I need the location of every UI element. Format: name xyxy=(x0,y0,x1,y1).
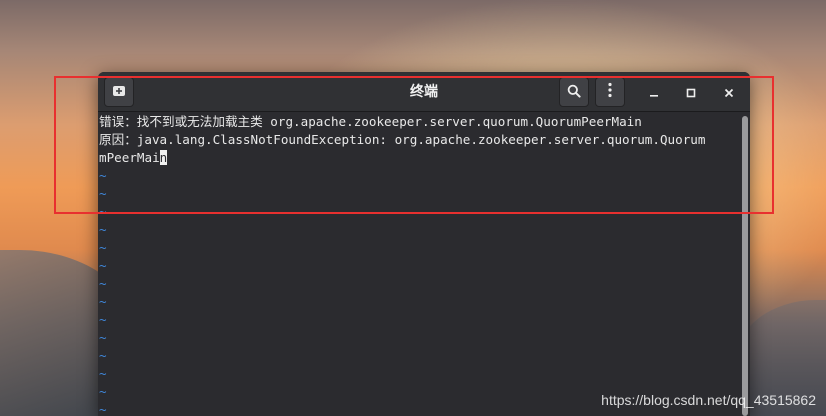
minimize-button[interactable] xyxy=(639,77,669,107)
tilde-marker: ~ xyxy=(99,240,107,255)
watermark: https://blog.csdn.net/qq_43515862 xyxy=(601,392,816,408)
new-tab-button[interactable] xyxy=(104,77,134,107)
maximize-icon xyxy=(686,83,696,102)
close-icon xyxy=(724,83,734,102)
cause-line-continued: mPeerMain xyxy=(99,149,739,167)
kebab-menu-icon xyxy=(607,82,613,102)
cause-line: 原因：java.lang.ClassNotFoundException: org… xyxy=(99,132,706,147)
tilde-marker: ~ xyxy=(99,366,107,381)
tilde-marker: ~ xyxy=(99,276,107,291)
tilde-marker: ~ xyxy=(99,168,107,183)
tilde-marker: ~ xyxy=(99,312,107,327)
tilde-marker: ~ xyxy=(99,294,107,309)
minimize-icon xyxy=(649,83,659,102)
search-button[interactable] xyxy=(559,77,589,107)
close-button[interactable] xyxy=(714,77,744,107)
tilde-marker: ~ xyxy=(99,330,107,345)
scrollbar[interactable] xyxy=(742,116,748,416)
tilde-marker: ~ xyxy=(99,222,107,237)
error-line: 错误：找不到或无法加载主类 org.apache.zookeeper.serve… xyxy=(99,114,642,129)
terminal-output[interactable]: 错误：找不到或无法加载主类 org.apache.zookeeper.serve… xyxy=(98,113,739,416)
cause-line-tail: mPeerMai xyxy=(99,150,160,165)
text-cursor: n xyxy=(159,150,168,165)
maximize-button[interactable] xyxy=(676,77,706,107)
tilde-marker: ~ xyxy=(99,186,107,201)
title-bar: 终端 xyxy=(98,72,750,112)
tilde-marker: ~ xyxy=(99,204,107,219)
new-tab-icon xyxy=(112,83,126,102)
search-icon xyxy=(567,83,581,102)
tilde-marker: ~ xyxy=(99,258,107,273)
terminal-window: 终端 错误：找不到或无法加载主类 org.apache.zookeeper.se… xyxy=(98,72,750,416)
empty-line-markers: ~ ~ ~ ~ ~ ~ ~ ~ ~ ~ ~ ~ ~ ~ xyxy=(99,167,739,416)
tilde-marker: ~ xyxy=(99,348,107,363)
menu-button[interactable] xyxy=(595,77,625,107)
